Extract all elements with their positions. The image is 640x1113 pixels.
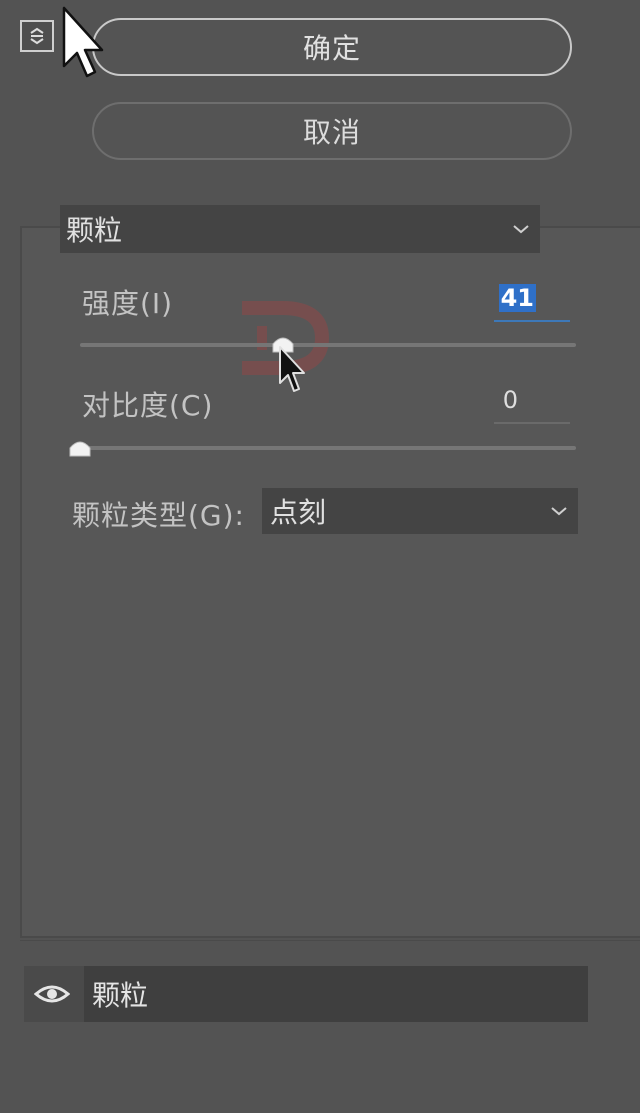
cancel-button[interactable]: 取消 (92, 102, 572, 160)
collapse-toggle-button[interactable] (20, 20, 54, 52)
intensity-label: 强度(I) (82, 287, 174, 320)
collapse-icon (30, 27, 44, 45)
chevron-down-icon (513, 225, 529, 234)
intensity-input[interactable]: 41 (494, 280, 570, 322)
contrast-label: 对比度(C) (82, 389, 214, 422)
filter-layer-label: 颗粒 (92, 979, 149, 1012)
intensity-slider-track[interactable] (80, 343, 576, 347)
intensity-value: 41 (498, 284, 536, 312)
contrast-input[interactable]: 0 (494, 382, 570, 424)
filter-select-value: 颗粒 (66, 214, 123, 247)
grain-type-value: 点刻 (270, 496, 327, 529)
contrast-value: 0 (502, 386, 518, 414)
grain-type-select[interactable]: 点刻 (262, 488, 578, 534)
contrast-slider-track[interactable] (80, 446, 576, 450)
eye-icon[interactable] (34, 978, 70, 1010)
chevron-down-icon (551, 507, 567, 516)
grain-type-label: 颗粒类型(G): (72, 499, 245, 532)
ok-button[interactable]: 确定 (92, 18, 572, 76)
filter-layer-name[interactable]: 颗粒 (84, 966, 588, 1022)
filter-select[interactable]: 颗粒 (60, 205, 540, 253)
